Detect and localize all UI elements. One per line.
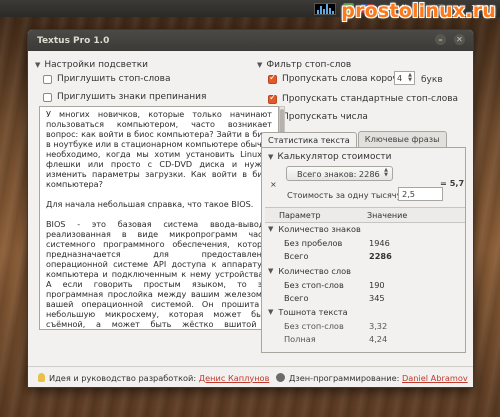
stats-row[interactable]: Полная bbox=[284, 334, 316, 344]
combo-arrows-icon: ▲ ▼ bbox=[384, 167, 388, 178]
stats-value: 190 bbox=[369, 280, 385, 290]
text-paragraph: BIOS - это базовая система ввода-вывода,… bbox=[46, 219, 272, 329]
stats-row[interactable]: Без пробелов bbox=[284, 238, 342, 248]
window-controls: – ✕ bbox=[435, 34, 465, 45]
skip-standard-stopwords-checkbox[interactable]: Пропускать стандартные стоп-слова bbox=[268, 93, 458, 104]
multiply-sign: × bbox=[270, 180, 277, 189]
col-param-header[interactable]: Параметр bbox=[279, 211, 321, 220]
text-paragraph: Для начала небольшая справка, что такое … bbox=[46, 199, 254, 209]
stats-table-header: Параметр Значение bbox=[265, 207, 465, 223]
min-length-spinner[interactable]: 4 ▲ ▼ bbox=[394, 71, 415, 85]
skip-short-words-checkbox[interactable]: Пропускать слова короче bbox=[268, 73, 403, 84]
tab-key-phrases[interactable]: Ключевые фразы bbox=[357, 131, 447, 147]
zen-author-link[interactable]: Daniel Abramov bbox=[402, 373, 468, 383]
stopword-filter-header[interactable]: ▼ Фильтр стоп-слов bbox=[257, 60, 351, 70]
tab-text-statistics[interactable]: Статистика текста bbox=[261, 132, 357, 148]
watermark-logo: prostolinux.ru bbox=[341, 0, 496, 22]
expander-down-icon: ▼ bbox=[257, 61, 263, 69]
tab-bar: Статистика текста Ключевые фразы bbox=[261, 131, 448, 148]
expander-down-icon: ▼ bbox=[268, 267, 274, 275]
price-label: Стоимость за одну тысячу: bbox=[287, 190, 405, 200]
stats-row[interactable]: Без стоп-слов bbox=[284, 321, 344, 331]
cost-basis-combo[interactable]: Всего знаков: 2286 ▲ ▼ bbox=[286, 166, 393, 181]
checkbox-box[interactable] bbox=[268, 93, 277, 104]
cost-calculator-header[interactable]: ▼ Калькулятор стоимости bbox=[268, 152, 392, 162]
stats-group-nausea[interactable]: ▼ Тошнота текста bbox=[268, 307, 348, 317]
cost-result: = 5,7 bbox=[440, 178, 465, 188]
checkbox-box[interactable] bbox=[268, 73, 277, 84]
close-icon[interactable]: ✕ bbox=[454, 34, 465, 45]
checkbox-box[interactable] bbox=[43, 74, 52, 84]
stats-group-chars[interactable]: ▼ Количество знаков bbox=[268, 224, 361, 234]
text-paragraph: У многих новичков, которые только начина… bbox=[46, 109, 272, 189]
stats-value: 345 bbox=[369, 293, 385, 303]
stats-row[interactable]: Всего bbox=[284, 293, 308, 303]
stats-group-words[interactable]: ▼ Количество слов bbox=[268, 266, 351, 276]
expander-down-icon: ▼ bbox=[35, 61, 41, 69]
idea-credit: Идея и руководство разработкой: Денис Ка… bbox=[38, 373, 269, 383]
text-input-area[interactable]: У многих новичков, которые только начина… bbox=[39, 106, 279, 330]
minimize-icon[interactable]: – bbox=[435, 34, 446, 45]
window-titlebar[interactable]: Textus Pro 1.0 – ✕ bbox=[28, 30, 473, 51]
expander-down-icon: ▼ bbox=[268, 225, 274, 233]
stats-row[interactable]: Без стоп-слов bbox=[284, 280, 344, 290]
stats-value: 1946 bbox=[369, 238, 390, 248]
mute-punctuation-checkbox[interactable]: Приглушить знаки препинания bbox=[43, 92, 206, 102]
expander-down-icon: ▼ bbox=[268, 153, 274, 161]
price-per-thousand-input[interactable]: 2,5 bbox=[398, 187, 443, 201]
footer-bar: Идея и руководство разработкой: Денис Ка… bbox=[28, 366, 473, 387]
spinner-arrows-icon[interactable]: ▲ ▼ bbox=[408, 73, 412, 83]
developer-icon bbox=[276, 373, 285, 382]
system-monitor-icon[interactable] bbox=[313, 2, 336, 15]
window-title: Textus Pro 1.0 bbox=[37, 35, 110, 46]
checkbox-box[interactable] bbox=[43, 92, 52, 102]
mute-stopwords-checkbox[interactable]: Приглушить стоп-слова bbox=[43, 74, 170, 84]
stats-value-highlighted: 2286 bbox=[369, 251, 392, 261]
stats-row[interactable]: Всего bbox=[284, 251, 308, 261]
expander-down-icon: ▼ bbox=[268, 308, 274, 316]
zen-credit: Дзен-программирование: Daniel Abramov bbox=[276, 373, 468, 383]
min-length-unit: букв bbox=[421, 75, 443, 85]
col-value-header[interactable]: Значение bbox=[367, 211, 407, 220]
lightbulb-icon bbox=[38, 373, 45, 382]
textus-window: Textus Pro 1.0 – ✕ ▼ Настройки подсветки… bbox=[27, 29, 474, 388]
stats-value: 4,24 bbox=[369, 334, 388, 344]
stats-value: 3,32 bbox=[369, 321, 388, 331]
highlight-settings-header[interactable]: ▼ Настройки подсветки bbox=[35, 60, 148, 70]
idea-author-link[interactable]: Денис Каплунов bbox=[199, 373, 270, 383]
